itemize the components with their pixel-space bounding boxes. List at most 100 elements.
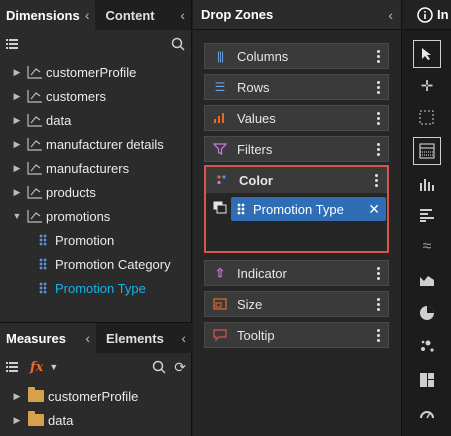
more-options-icon[interactable] <box>377 142 380 156</box>
pointer-tool-button[interactable] <box>413 40 441 68</box>
caret-right-icon[interactable]: ▶ <box>12 91 22 102</box>
grid-table-icon <box>419 143 435 159</box>
tab-elements[interactable]: Elements ‹ <box>96 323 192 353</box>
tree-item-label: manufacturer details <box>46 136 164 152</box>
more-options-icon[interactable] <box>377 80 380 94</box>
caret-right-icon[interactable]: ▶ <box>12 139 22 150</box>
zone-filters[interactable]: Filters <box>204 136 389 162</box>
info-icon[interactable] <box>417 6 433 23</box>
drop-zones-header: Drop Zones ‹ <box>193 0 401 30</box>
list-view-icon[interactable] <box>6 362 18 372</box>
caret-right-icon[interactable]: ▶ <box>12 115 22 126</box>
select-area-button[interactable] <box>413 104 441 132</box>
caret-right-icon[interactable]: ▶ <box>12 391 22 402</box>
more-options-icon[interactable] <box>377 49 380 63</box>
dimension-icon <box>27 90 42 103</box>
filter-icon <box>213 143 227 155</box>
more-options-icon[interactable] <box>377 328 380 342</box>
caret-right-icon[interactable]: ▶ <box>12 67 22 78</box>
measures-tabbar: Measures ‹ Elements ‹ <box>0 322 192 353</box>
caret-right-icon[interactable]: ▶ <box>12 163 22 174</box>
field-promotion-type[interactable]: Promotion Type <box>0 276 191 300</box>
bar-chart-button[interactable] <box>413 201 441 229</box>
tree-item-promotions[interactable]: ▼ promotions <box>0 204 191 228</box>
left-tabbar: Dimensions ‹ Content ‹ <box>0 0 191 30</box>
tree-item-label: customers <box>46 88 106 104</box>
field-label: Promotion <box>55 232 115 248</box>
caret-right-icon[interactable]: ▶ <box>12 415 22 426</box>
chevron-left-icon[interactable]: ‹ <box>180 7 185 23</box>
chevron-left-icon[interactable]: ‹ <box>388 7 393 23</box>
more-options-icon[interactable] <box>375 173 378 187</box>
tree-item-customers[interactable]: ▶ customers <box>0 84 191 108</box>
scatter-chart-icon <box>421 340 434 352</box>
info-header-label: In <box>437 7 449 22</box>
list-view-icon[interactable] <box>6 39 18 49</box>
more-options-icon[interactable] <box>377 111 380 125</box>
area-chart-button[interactable] <box>413 266 441 294</box>
zone-tooltip[interactable]: Tooltip <box>204 322 389 348</box>
zone-size[interactable]: Size <box>204 291 389 317</box>
dimension-icon <box>27 186 42 199</box>
tab-dimensions-label: Dimensions <box>6 7 80 23</box>
zone-label: Indicator <box>237 265 287 281</box>
zone-label: Rows <box>237 79 270 95</box>
drag-handle-icon[interactable] <box>237 203 245 215</box>
more-options-icon[interactable] <box>377 297 380 311</box>
zone-color[interactable]: Color <box>206 167 387 193</box>
tab-measures-label: Measures <box>6 330 66 346</box>
close-icon[interactable]: ✕ <box>368 201 380 218</box>
dropdown-arrow-icon[interactable]: ▼ <box>49 362 58 372</box>
add-pointer-button[interactable]: ✛ <box>413 72 441 100</box>
measure-folder-data[interactable]: ▶ data <box>0 408 192 432</box>
column-chart-button[interactable] <box>413 170 441 198</box>
chevron-left-icon[interactable]: ‹ <box>85 7 90 23</box>
zone-indicator[interactable]: ⇧ Indicator <box>204 260 389 286</box>
chevron-left-icon[interactable]: ‹ <box>85 330 90 346</box>
tree-item-customerprofile[interactable]: ▶ customerProfile <box>0 60 191 84</box>
search-icon[interactable] <box>171 37 185 51</box>
refresh-icon[interactable]: ⟳ <box>174 359 186 376</box>
field-promotion[interactable]: Promotion <box>0 228 191 252</box>
line-chart-button[interactable]: ≈ <box>413 233 441 261</box>
tab-content[interactable]: Content ‹ <box>95 0 191 30</box>
table-view-button[interactable] <box>413 137 441 165</box>
gauge-button[interactable] <box>413 399 441 427</box>
zone-label: Columns <box>237 48 289 64</box>
level-icon <box>39 258 47 270</box>
cursor-icon <box>422 48 431 60</box>
chevron-left-icon[interactable]: ‹ <box>181 330 186 346</box>
dimension-tree: ▶ customerProfile ▶ customers ▶ data ▶ m… <box>0 58 191 300</box>
caret-right-icon[interactable]: ▶ <box>12 187 22 198</box>
zone-values[interactable]: Values <box>204 105 389 131</box>
tab-dimensions[interactable]: Dimensions ‹ <box>0 0 96 30</box>
formula-icon[interactable]: fx <box>30 360 43 375</box>
tab-measures[interactable]: Measures ‹ <box>0 323 96 353</box>
tree-item-data[interactable]: ▶ data <box>0 108 191 132</box>
cursor-plus-icon: ✛ <box>420 78 434 95</box>
treemap-button[interactable] <box>413 366 441 394</box>
dimension-icon <box>27 114 42 127</box>
field-promotion-category[interactable]: Promotion Category <box>0 252 191 276</box>
color-field-chip[interactable]: Promotion Type ✕ <box>231 197 386 221</box>
folder-label: customerProfile <box>48 388 139 404</box>
tree-item-manufacturer-details[interactable]: ▶ manufacturer details <box>0 132 191 156</box>
pie-chart-button[interactable] <box>413 299 441 327</box>
caret-down-icon[interactable]: ▼ <box>12 211 22 221</box>
tree-item-manufacturers[interactable]: ▶ manufacturers <box>0 156 191 180</box>
scatter-chart-button[interactable] <box>413 332 441 360</box>
color-palette-icon <box>217 175 226 185</box>
tooltip-icon <box>213 329 227 341</box>
color-swatch-icon[interactable] <box>213 201 227 214</box>
zone-label: Color <box>239 172 273 188</box>
bar-chart-icon <box>420 209 434 222</box>
column-chart-icon <box>420 179 434 191</box>
chip-label: Promotion Type <box>253 201 344 217</box>
line-chart-icon: ≈ <box>422 238 432 255</box>
search-icon[interactable] <box>152 360 166 374</box>
tree-item-products[interactable]: ▶ products <box>0 180 191 204</box>
zone-rows[interactable]: ☰ Rows <box>204 74 389 100</box>
measure-folder-customerprofile[interactable]: ▶ customerProfile <box>0 384 192 408</box>
more-options-icon[interactable] <box>377 266 380 280</box>
zone-columns[interactable]: ||| Columns <box>204 43 389 69</box>
